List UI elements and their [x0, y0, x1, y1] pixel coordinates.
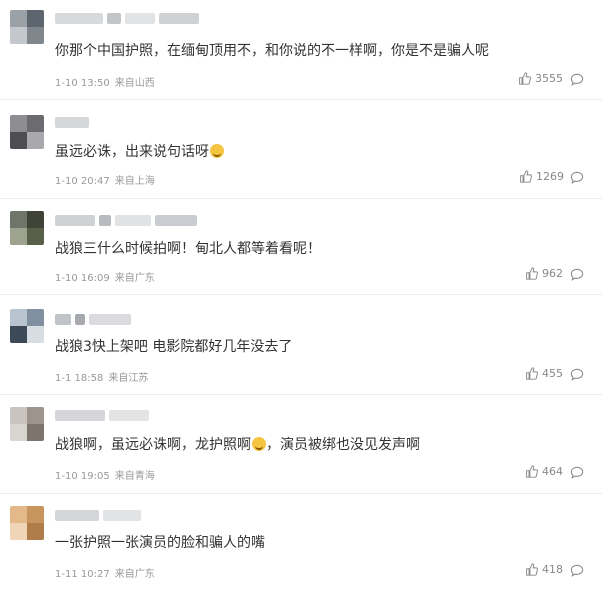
comment-time: 1-10 16:09	[55, 273, 110, 284]
comment-bubble-icon[interactable]	[570, 466, 584, 479]
avatar[interactable]	[10, 309, 44, 343]
comment-location: 来自广东	[114, 569, 155, 580]
comment-item: 你那个中国护照，在缅甸顶用不，和你说的不一样啊，你是不是骗人呢 1-10 13:…	[0, 0, 602, 100]
thumbs-up-icon	[520, 170, 532, 183]
username-blurred[interactable]	[55, 510, 141, 521]
comment-location: 来自上海	[114, 176, 155, 187]
avatar[interactable]	[10, 10, 44, 44]
like-count: 418	[542, 563, 563, 576]
like-button[interactable]: 962	[525, 267, 563, 280]
thumbs-up-icon	[526, 367, 538, 380]
thumbs-up-icon	[526, 563, 538, 576]
laughing-emoji-icon	[252, 437, 266, 451]
like-button[interactable]: 3555	[518, 72, 563, 85]
comment-time: 1-1 18:58	[55, 373, 104, 384]
avatar[interactable]	[10, 407, 44, 441]
comment-text: 战狼啊，虽远必诛啊，龙护照啊 ，演员被绑也没见发声啊	[55, 436, 420, 454]
like-button[interactable]: 464	[525, 465, 563, 478]
avatar[interactable]	[10, 211, 44, 245]
comment-location: 来自广东	[114, 273, 155, 284]
comment-location: 来自山西	[114, 78, 155, 89]
comment-item: 战狼三什么时候拍啊！甸北人都等着看呢！ 1-10 16:09 来自广东 962	[0, 199, 602, 295]
comment-bubble-icon[interactable]	[570, 368, 584, 381]
comment-text: 虽远必诛，出来说句话呀	[55, 143, 224, 161]
comment-bubble-icon[interactable]	[570, 171, 584, 184]
username-blurred[interactable]	[55, 314, 131, 325]
comment-text-part: 战狼啊，虽远必诛啊，龙护照啊	[55, 437, 251, 453]
avatar[interactable]	[10, 506, 44, 540]
thumbs-up-icon	[519, 72, 531, 85]
comment-location: 来自江苏	[108, 373, 149, 384]
comment-bubble-icon[interactable]	[570, 564, 584, 577]
like-count: 962	[542, 267, 563, 280]
comment-meta: 1-10 20:47 来自上海	[55, 172, 155, 187]
comment-time: 1-10 13:50	[55, 78, 110, 89]
like-count: 1269	[536, 170, 564, 183]
thumbs-up-icon	[526, 465, 538, 478]
comment-item: 战狼3快上架吧 电影院都好几年没去了 1-1 18:58 来自江苏 455	[0, 295, 602, 395]
comment-item: 一张护照一张演员的脸和骗人的嘴 1-11 10:27 来自广东 418	[0, 494, 602, 593]
like-button[interactable]: 455	[525, 367, 563, 380]
comment-meta: 1-1 18:58 来自江苏	[55, 369, 148, 384]
like-button[interactable]: 418	[525, 563, 563, 576]
username-blurred[interactable]	[55, 13, 199, 24]
comment-bubble-icon[interactable]	[570, 268, 584, 281]
comment-time: 1-10 19:05	[55, 471, 110, 482]
comment-meta: 1-10 16:09 来自广东	[55, 269, 155, 284]
like-button[interactable]: 1269	[519, 170, 564, 183]
like-count: 464	[542, 465, 563, 478]
comment-item: 战狼啊，虽远必诛啊，龙护照啊 ，演员被绑也没见发声啊 1-10 19:05 来自青海…	[0, 395, 602, 494]
comment-location: 来自青海	[114, 471, 155, 482]
like-count: 3555	[535, 72, 563, 85]
laughing-emoji-icon	[210, 144, 224, 158]
comment-text: 战狼3快上架吧 电影院都好几年没去了	[55, 339, 293, 355]
comment-time: 1-11 10:27	[55, 569, 110, 580]
comment-text-part: ，演员被绑也没见发声啊	[266, 437, 420, 453]
username-blurred[interactable]	[55, 410, 149, 421]
comment-list: 你那个中国护照，在缅甸顶用不，和你说的不一样啊，你是不是骗人呢 1-10 13:…	[0, 0, 602, 593]
comment-meta: 1-11 10:27 来自广东	[55, 565, 155, 580]
like-count: 455	[542, 367, 563, 380]
username-blurred[interactable]	[55, 117, 89, 128]
comment-meta: 1-10 19:05 来自青海	[55, 467, 155, 482]
username-blurred[interactable]	[55, 215, 197, 226]
avatar[interactable]	[10, 115, 44, 149]
comment-text-content: 虽远必诛，出来说句话呀	[55, 144, 209, 160]
thumbs-up-icon	[526, 267, 538, 280]
comment-bubble-icon[interactable]	[570, 73, 584, 86]
comment-text: 战狼三什么时候拍啊！甸北人都等着看呢！	[55, 241, 321, 257]
comment-meta: 1-10 13:50 来自山西	[55, 74, 155, 89]
comment-item: 虽远必诛，出来说句话呀 1-10 20:47 来自上海 1269	[0, 100, 602, 199]
comment-time: 1-10 20:47	[55, 176, 110, 187]
comment-text: 你那个中国护照，在缅甸顶用不，和你说的不一样啊，你是不是骗人呢	[55, 43, 489, 59]
comment-text: 一张护照一张演员的脸和骗人的嘴	[55, 535, 265, 551]
